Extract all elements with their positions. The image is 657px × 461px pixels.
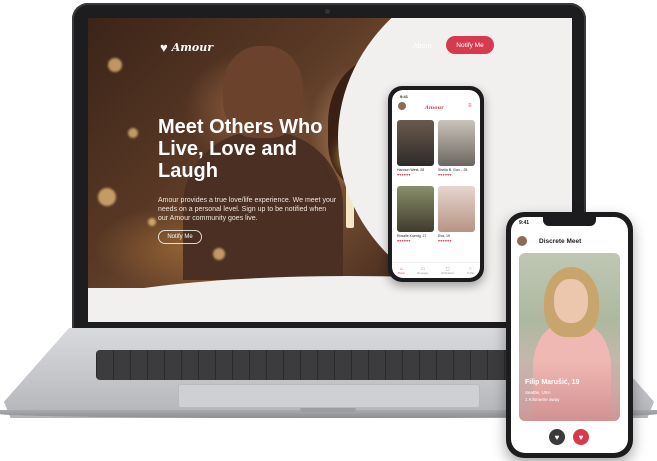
profile-card-photo[interactable] xyxy=(397,120,434,166)
profile-card-rating: ♥♥♥♥♥♥ xyxy=(438,173,452,177)
large-phone-screen: 9:41 Discrete Meet Filip Marušić, 19 Sea… xyxy=(511,217,628,453)
app-logo: Amour xyxy=(425,105,444,111)
small-phone-screen: 9:41 Amour ≡ Harmon West, 28 ♥♥♥♥♥♥ Shei… xyxy=(392,90,480,278)
profile-card-name: Sheila B. Gon.., 25 xyxy=(438,168,468,172)
broken-heart-icon: ♥ xyxy=(554,432,560,442)
tab-label: Messages xyxy=(417,272,429,275)
bokeh-light xyxy=(98,188,116,206)
bokeh-light xyxy=(213,248,225,260)
profile-card-rating: ♥♥♥♥♥♥ xyxy=(397,239,411,243)
profile-card-name: Rosalie Koenig, 27 xyxy=(397,234,427,238)
profile-card-photo[interactable] xyxy=(438,186,475,232)
tab-bar: ⌂ Home ▭ Messages ◻ Notifications ○ Prof… xyxy=(392,262,480,278)
menu-icon[interactable]: ≡ xyxy=(468,103,472,109)
bokeh-light xyxy=(108,58,122,72)
large-phone: 9:41 Discrete Meet Filip Marušić, 19 Sea… xyxy=(506,212,633,458)
profile-location: Seattle, USA xyxy=(525,390,551,395)
status-time: 9:41 xyxy=(400,94,409,99)
phone-notch xyxy=(543,217,596,226)
tab-home[interactable]: ⌂ Home xyxy=(398,267,405,276)
bokeh-light xyxy=(128,128,138,138)
avatar[interactable] xyxy=(517,236,527,246)
hero-description: Amour provides a true love/life experien… xyxy=(158,197,337,222)
tab-profile[interactable]: ○ Profile xyxy=(466,267,474,276)
profile-card-rating: ♥♥♥♥♥♥ xyxy=(397,173,411,177)
tab-notifications[interactable]: ◻ Notifications xyxy=(440,267,455,276)
profile-card-rating: ♥♥♥♥♥♥ xyxy=(438,239,452,243)
heart-logo-icon: ♥ xyxy=(160,40,168,55)
profile-photo-face xyxy=(554,279,588,323)
tab-label: Home xyxy=(398,272,405,275)
dislike-button[interactable]: ♥ xyxy=(549,429,565,445)
profile-card-photo[interactable] xyxy=(438,120,475,166)
tab-messages[interactable]: ▭ Messages xyxy=(417,267,429,276)
hero-notify-button[interactable]: Notify Me xyxy=(158,230,202,244)
profile-card-name: Eva, 19 xyxy=(438,234,450,238)
site-logo[interactable]: ♥ Amour xyxy=(160,40,213,55)
avatar[interactable] xyxy=(398,102,406,110)
small-phone: 9:41 Amour ≡ Harmon West, 28 ♥♥♥♥♥♥ Shei… xyxy=(388,86,484,282)
profile-card-name: Harmon West, 28 xyxy=(397,168,425,172)
keyboard xyxy=(96,350,562,380)
heart-icon: ♥ xyxy=(578,432,584,442)
trackpad xyxy=(178,384,480,408)
status-time: 9:41 xyxy=(519,220,530,226)
profile-card-photo[interactable] xyxy=(397,186,434,232)
screen-title: Discrete Meet xyxy=(539,238,582,245)
nav-about-link[interactable]: About xyxy=(413,43,431,50)
laptop-opening-notch xyxy=(300,408,356,412)
hero-section: ♥ Amour About Notify Me Meet Others Who … xyxy=(88,18,572,288)
laptop-screen: ♥ Amour About Notify Me Meet Others Who … xyxy=(88,18,572,322)
nav-notify-button[interactable]: Notify Me xyxy=(446,36,494,54)
profile-photo[interactable]: Filip Marušić, 19 Seattle, USA 1 Kilomet… xyxy=(519,253,620,421)
tab-label: Notifications xyxy=(440,272,455,275)
hero-title: Meet Others Who Live, Love and Laugh xyxy=(158,116,323,182)
profile-distance: 1 Kilometre away xyxy=(525,397,560,402)
logo-text: Amour xyxy=(171,41,214,54)
profile-name: Filip Marušić, 19 xyxy=(525,379,580,386)
camera-icon xyxy=(325,9,330,14)
bokeh-light xyxy=(148,218,156,226)
like-button[interactable]: ♥ xyxy=(573,429,589,445)
tab-label: Profile xyxy=(466,272,474,275)
